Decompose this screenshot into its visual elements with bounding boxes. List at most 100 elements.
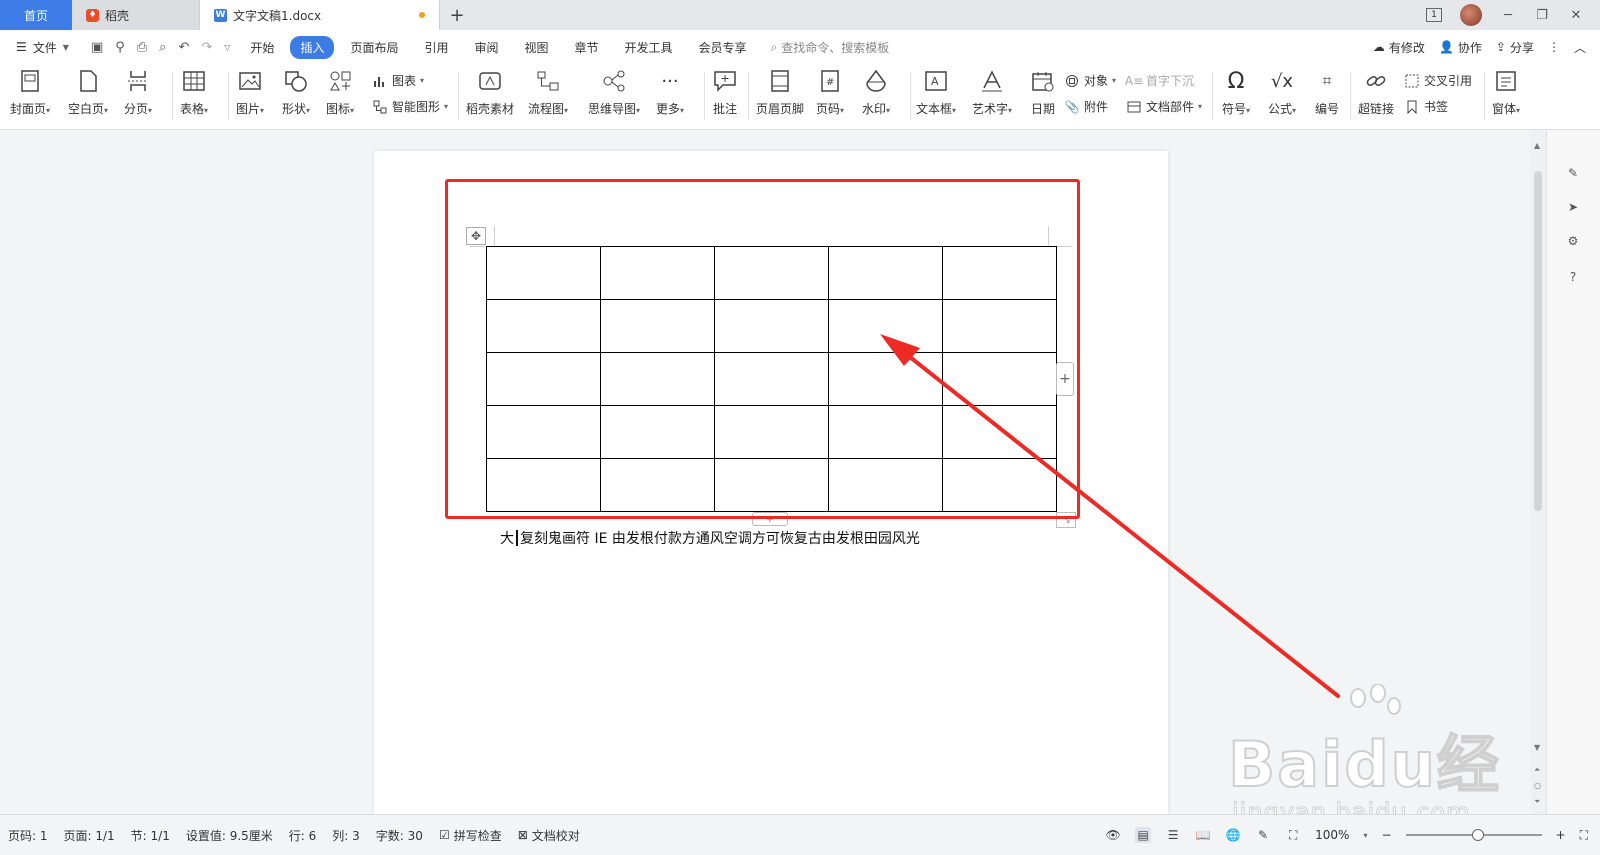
select-browse-icon[interactable]: ○ [1534,781,1541,790]
header-footer-button[interactable]: 页眉页脚 [756,68,804,117]
fullscreen-icon[interactable]: ⛶ [1580,828,1588,843]
page-break-button[interactable]: 分页▾ [124,68,152,117]
zoom-dropdown-icon[interactable]: ▾ [1363,831,1367,840]
print-icon[interactable]: ⎙ [137,40,147,55]
zoom-in-button[interactable]: + [1556,828,1566,842]
reading-view-icon[interactable]: 📖 [1195,827,1211,843]
blank-page-button[interactable]: 空白页▾ [68,68,108,117]
undo-icon[interactable]: ↶ [178,40,189,55]
hamburger-icon: ☰ [16,40,27,54]
tab-start[interactable]: 开始 [240,36,284,59]
status-setting-value[interactable]: 设置值: 9.5厘米 [178,827,281,844]
write-mode-icon[interactable]: ✎ [1255,827,1271,843]
status-pages[interactable]: 页面: 1/1 [56,827,123,844]
outline-view-icon[interactable]: ☰ [1165,827,1181,843]
close-button[interactable]: ✕ [1568,8,1584,23]
scrollbar-thumb[interactable] [1534,171,1542,511]
tab-review[interactable]: 审阅 [464,36,508,59]
table-button[interactable]: 表格▾ [180,68,208,117]
quick-access-more-icon[interactable]: ▽ [224,43,230,52]
picture-button[interactable]: 图片▾ [236,68,264,117]
symbol-button[interactable]: Ω 符号▾ [1222,68,1250,117]
tab-page-layout[interactable]: 页面布局 [340,36,408,59]
more-button[interactable]: ··· 更多▾ [656,68,684,117]
tab-references[interactable]: 引用 [414,36,458,59]
icon-button[interactable]: 图标▾ [326,68,354,117]
settings-sliders-icon[interactable]: ⚙ [1563,231,1583,251]
share-label: 分享 [1509,40,1534,55]
tab-section[interactable]: 章节 [565,36,609,59]
command-search[interactable]: ⌕ 查找命令、搜索模板 [771,39,890,56]
collab-button[interactable]: 👤 协作 [1439,39,1482,56]
proofread-button[interactable]: ⊠ 文档校对 [510,827,588,844]
eye-protection-icon[interactable]: 👁 [1105,827,1121,843]
restore-button[interactable]: ❐ [1534,8,1550,23]
collapse-ribbon-icon[interactable]: ︿ [1574,39,1586,56]
document-body-text[interactable]: 大复刻鬼画符 IE 由发根付款方通风空调方可恢复古由发根田园风光 [500,528,920,548]
formula-button[interactable]: √x 公式▾ [1268,68,1296,117]
web-view-icon[interactable]: 🌐 [1225,827,1241,843]
bookmark-button[interactable]: 书签 [1404,98,1448,115]
new-tab-button[interactable]: + [440,0,474,30]
cross-ref-button[interactable]: 交叉引用 [1404,72,1472,89]
pen-icon[interactable]: ✎ [1563,163,1583,183]
textbox-button[interactable]: A 文本框▾ [916,68,956,117]
status-section[interactable]: 节: 1/1 [123,827,178,844]
file-menu[interactable]: ☰ 文件 ▼ [0,39,81,56]
spellcheck-button[interactable]: ☑ 拼写检查 [431,827,510,844]
tab-insert[interactable]: 插入 [290,35,335,59]
status-row[interactable]: 行: 6 [281,827,325,844]
smartart-button[interactable]: 智能图形 ▾ [372,98,448,115]
status-word-count[interactable]: 字数: 30 [368,827,431,844]
daoke-material-button[interactable]: 稻壳素材 [466,68,514,117]
avatar[interactable] [1460,4,1482,26]
doc-parts-button[interactable]: 文档部件 ▾ [1126,98,1202,115]
zoom-out-button[interactable]: − [1381,828,1391,842]
tab-home[interactable]: 首页 [0,0,72,30]
scroll-up-icon[interactable]: ▲ [1534,141,1540,150]
select-cursor-icon[interactable]: ➤ [1563,197,1583,217]
window-count-icon[interactable]: 1 [1426,8,1442,22]
next-page-icon[interactable]: ⏷ [1534,797,1540,807]
object-button[interactable]: 对象 ▾ [1064,72,1116,89]
page-number-button[interactable]: # 页码▾ [816,68,844,117]
mindmap-button[interactable]: 思维导图▾ [588,68,640,117]
hyperlink-button[interactable]: 超链接 [1358,68,1394,117]
date-button[interactable]: 日期 [1030,68,1056,117]
comment-button[interactable]: 批注 [712,68,738,117]
flowchart-button[interactable]: 流程图▾ [528,68,568,117]
format-painter-icon[interactable]: ⚲ [115,40,125,55]
zoom-level[interactable]: 100% [1315,828,1349,842]
chart-button[interactable]: 图表 ▾ [372,72,424,89]
dropcap-button[interactable]: A≡ 首字下沉 [1125,72,1194,89]
shape-button[interactable]: 形状▾ [282,68,310,117]
page-view-icon[interactable]: ▤ [1135,827,1152,843]
prev-page-icon[interactable]: ⏶ [1534,765,1540,775]
more-options-icon[interactable]: ⋮ [1548,40,1560,54]
minimize-button[interactable]: ─ [1500,8,1516,23]
attachment-button[interactable]: 📎 附件 [1064,98,1109,115]
fit-page-icon[interactable]: ⛶ [1285,827,1301,843]
cover-page-button[interactable]: 封面页▾ [10,68,50,117]
tab-daoke[interactable]: ♦ 稻壳 [72,0,200,30]
numbering-button[interactable]: ⌗ 编号 [1314,68,1340,117]
modified-button[interactable]: ☁ 有修改 [1373,39,1425,56]
wordart-button[interactable]: 艺术字▾ [972,68,1012,117]
tab-document[interactable]: W 文字文稿1.docx [200,0,440,30]
scroll-down-icon[interactable]: ▼ [1534,743,1540,752]
vertical-scrollbar[interactable]: ▲ ▼ ⏶ ○ ⏷ [1530,131,1546,814]
zoom-slider[interactable] [1405,829,1542,841]
tab-developer[interactable]: 开发工具 [615,36,683,59]
status-page-code[interactable]: 页码: 1 [0,827,56,844]
print-preview-icon[interactable]: ⌕ [159,40,166,55]
zoom-slider-knob[interactable] [1471,829,1484,841]
share-button[interactable]: ⇪ 分享 [1496,39,1534,56]
window-form-button[interactable]: 窗体▾ [1492,68,1520,117]
save-icon[interactable]: ▣ [91,40,103,55]
tab-view[interactable]: 视图 [515,36,559,59]
status-col[interactable]: 列: 3 [324,827,368,844]
help-icon[interactable]: ? [1563,267,1583,287]
redo-icon[interactable]: ↷ [201,40,212,55]
tab-member[interactable]: 会员专享 [689,36,757,59]
watermark-button[interactable]: 水印▾ [862,68,890,117]
